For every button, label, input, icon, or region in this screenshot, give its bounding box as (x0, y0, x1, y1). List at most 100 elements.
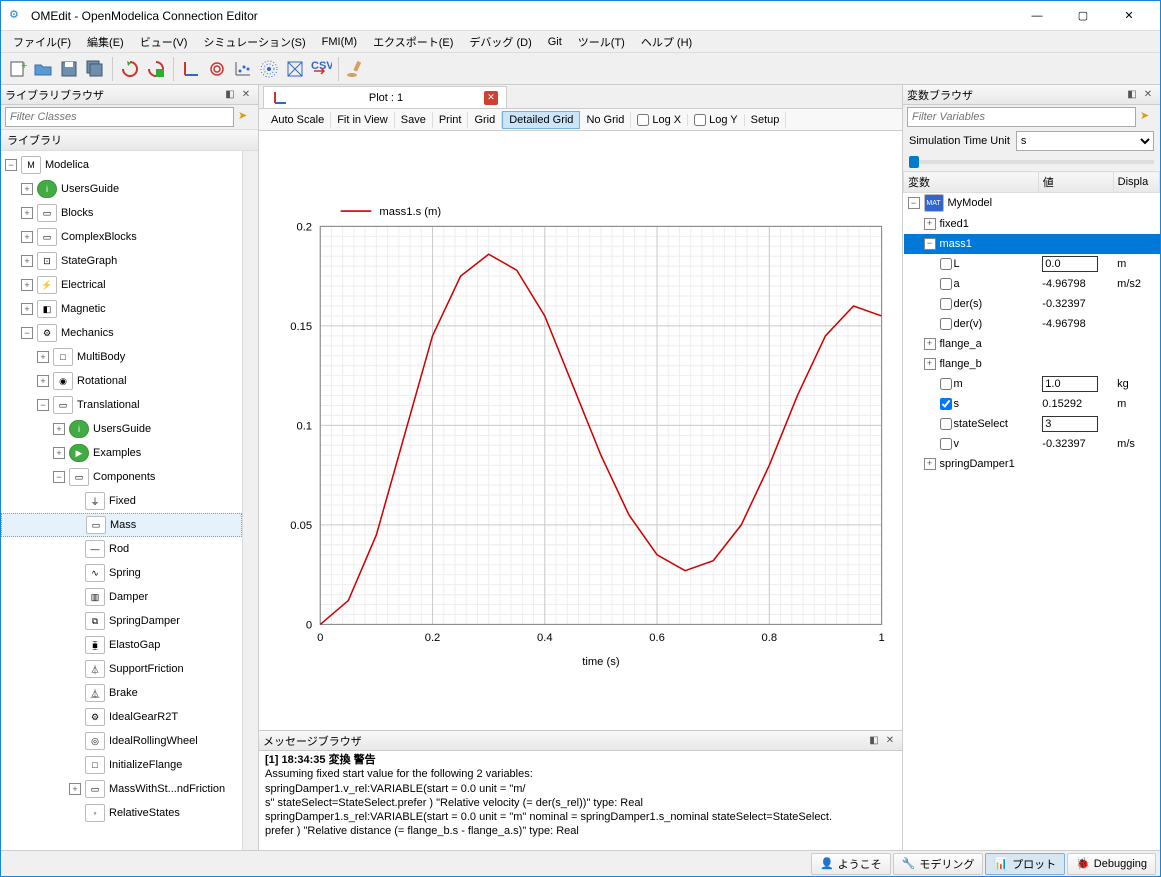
variable-value-input[interactable] (1042, 256, 1098, 272)
sim-time-unit-select[interactable]: s (1016, 131, 1154, 151)
variable-value-input[interactable] (1042, 416, 1098, 432)
plot-array-button[interactable] (231, 57, 255, 81)
dock-float-icon[interactable]: ◧ (866, 733, 882, 749)
expander-icon[interactable]: + (37, 375, 49, 387)
tree-row[interactable]: ▥Damper (1, 585, 242, 609)
variable-checkbox[interactable] (940, 438, 952, 450)
animation-button[interactable] (257, 57, 281, 81)
filter-go-icon[interactable]: ➤ (1140, 109, 1156, 125)
variable-checkbox[interactable] (940, 278, 952, 290)
variable-row[interactable]: a-4.96798m/s2 (904, 274, 1160, 294)
expander-icon[interactable]: + (21, 207, 33, 219)
expander-icon[interactable]: + (69, 783, 81, 795)
menu-item[interactable]: デバッグ (D) (461, 32, 539, 52)
dock-float-icon[interactable]: ◧ (1124, 87, 1140, 103)
minimize-button[interactable]: — (1014, 2, 1060, 30)
variable-row[interactable]: Lm (904, 254, 1160, 274)
variable-row[interactable]: s0.15292m (904, 394, 1160, 414)
save-all-button[interactable] (83, 57, 107, 81)
tree-row[interactable]: ◦RelativeStates (1, 801, 242, 825)
expander-icon[interactable]: − (5, 159, 17, 171)
variable-row[interactable]: +flange_b (904, 354, 1160, 374)
expander-icon[interactable]: + (924, 338, 936, 350)
filter-go-icon[interactable]: ➤ (238, 109, 254, 125)
menu-item[interactable]: ファイル(F) (5, 32, 79, 52)
dock-close-icon[interactable]: ✕ (238, 87, 254, 103)
perspective-button[interactable]: 📊プロット (985, 853, 1065, 875)
time-slider[interactable] (903, 153, 1160, 171)
scrollbar-vertical[interactable] (242, 151, 258, 850)
tree-row[interactable]: ⏃SupportFriction (1, 657, 242, 681)
plot-toolbar-button[interactable]: Save (395, 112, 433, 128)
variable-row[interactable]: +springDamper1 (904, 454, 1160, 474)
variable-checkbox[interactable] (940, 298, 952, 310)
expander-icon[interactable]: + (21, 231, 33, 243)
plot-toolbar-button[interactable]: Print (433, 112, 469, 128)
plot-area[interactable]: 00.20.40.60.8100.050.10.150.2mass1.s (m)… (259, 131, 902, 730)
tree-row[interactable]: +◉Rotational (1, 369, 242, 393)
expander-icon[interactable]: + (924, 218, 936, 230)
variable-checkbox[interactable] (940, 258, 952, 270)
tree-row[interactable]: −MModelica (1, 153, 242, 177)
variable-row[interactable]: der(v)-4.96798 (904, 314, 1160, 334)
variable-row[interactable]: −MATMyModel (904, 193, 1160, 214)
simulate-setup-button[interactable] (144, 57, 168, 81)
plot-toolbar-button[interactable]: Fit in View (331, 112, 395, 128)
expander-icon[interactable]: − (924, 238, 936, 250)
column-header[interactable]: Displa (1113, 172, 1159, 193)
expander-icon[interactable]: + (924, 458, 936, 470)
new-file-button[interactable]: + (5, 57, 29, 81)
tree-row[interactable]: ⏅Brake (1, 681, 242, 705)
tree-row[interactable]: ⚙IdealGearR2T (1, 705, 242, 729)
plot-toolbar-check[interactable]: Log X (631, 114, 688, 126)
tree-row[interactable]: +▭ComplexBlocks (1, 225, 242, 249)
menu-item[interactable]: ツール(T) (570, 32, 633, 52)
tree-row[interactable]: +⚡Electrical (1, 273, 242, 297)
column-header[interactable]: 変数 (904, 172, 1039, 193)
perspective-button[interactable]: 🔧モデリング (893, 853, 984, 875)
expander-icon[interactable]: + (21, 255, 33, 267)
tree-row[interactable]: +▭Blocks (1, 201, 242, 225)
open-file-button[interactable] (31, 57, 55, 81)
save-button[interactable] (57, 57, 81, 81)
plot-toolbar-check[interactable]: Log Y (688, 114, 745, 126)
perspective-button[interactable]: 👤ようこそ (811, 853, 891, 875)
variable-row[interactable]: mkg (904, 374, 1160, 394)
tree-row[interactable]: +iUsersGuide (1, 177, 242, 201)
tree-row[interactable]: +iUsersGuide (1, 417, 242, 441)
menu-item[interactable]: シミュレーション(S) (195, 32, 313, 52)
variable-checkbox[interactable] (940, 398, 952, 410)
menu-item[interactable]: ビュー(V) (132, 32, 196, 52)
library-tree[interactable]: −MModelica+iUsersGuide+▭Blocks+▭ComplexB… (1, 151, 242, 850)
tree-row[interactable]: −⚙Mechanics (1, 321, 242, 345)
variables-table[interactable]: 変数値Displa−MATMyModel+fixed1−mass1Lma-4.9… (903, 171, 1160, 850)
tree-row[interactable]: —Rod (1, 537, 242, 561)
maximize-button[interactable]: ▢ (1060, 2, 1106, 30)
expander-icon[interactable]: + (53, 447, 65, 459)
clear-button[interactable] (344, 57, 368, 81)
plot-tab[interactable]: Plot : 1 ✕ (263, 86, 507, 108)
expander-icon[interactable]: + (21, 183, 33, 195)
column-header[interactable]: 値 (1038, 172, 1113, 193)
menu-item[interactable]: 編集(E) (79, 32, 132, 52)
variable-row[interactable]: +flange_a (904, 334, 1160, 354)
expander-icon[interactable]: + (21, 303, 33, 315)
tree-row[interactable]: +▶Examples (1, 441, 242, 465)
tree-row[interactable]: +◧Magnetic (1, 297, 242, 321)
expander-icon[interactable]: − (37, 399, 49, 411)
expander-icon[interactable]: − (53, 471, 65, 483)
variable-row[interactable]: der(s)-0.32397 (904, 294, 1160, 314)
perspective-button[interactable]: 🐞Debugging (1067, 853, 1156, 875)
variable-checkbox[interactable] (940, 378, 952, 390)
variable-row[interactable]: v-0.32397m/s (904, 434, 1160, 454)
expander-icon[interactable]: + (53, 423, 65, 435)
variable-row[interactable]: +fixed1 (904, 214, 1160, 234)
dock-float-icon[interactable]: ◧ (222, 87, 238, 103)
tree-row[interactable]: ◎IdealRollingWheel (1, 729, 242, 753)
tree-row[interactable]: −▭Translational (1, 393, 242, 417)
menu-item[interactable]: エクスポート(E) (365, 32, 461, 52)
menu-item[interactable]: Git (540, 34, 570, 50)
simulate-button[interactable] (118, 57, 142, 81)
expander-icon[interactable]: − (908, 197, 920, 209)
tree-row[interactable]: +⊡StateGraph (1, 249, 242, 273)
